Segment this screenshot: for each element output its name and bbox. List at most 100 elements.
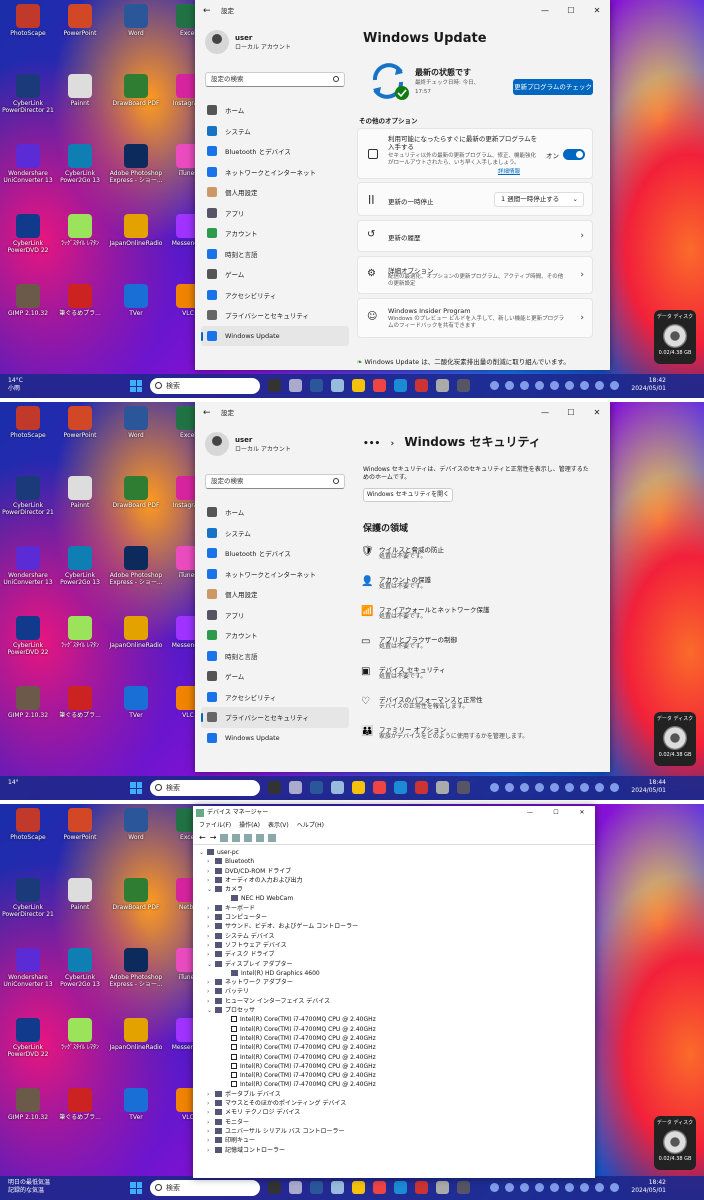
- chevron-down-icon[interactable]: ⌄: [207, 1006, 215, 1015]
- nav-item[interactable]: システム: [201, 121, 349, 142]
- device-category[interactable]: › サウンド、ビデオ、およびゲーム コントローラー: [199, 922, 595, 931]
- chevron-right-icon[interactable]: ›: [207, 1099, 215, 1108]
- desktop-icon[interactable]: CyberLink PowerDirector 21: [0, 878, 56, 938]
- desktop-icon[interactable]: TVer: [108, 1088, 164, 1148]
- device-category[interactable]: › ポータブル デバイス: [199, 1090, 595, 1099]
- tree-root[interactable]: ⌄ user-pc: [199, 848, 595, 857]
- back-arrow-icon[interactable]: ←: [199, 833, 206, 842]
- maximize-button[interactable]: ☐: [558, 402, 584, 424]
- help-icon[interactable]: [244, 833, 253, 842]
- device-category[interactable]: › Bluetooth: [199, 857, 595, 866]
- device-category[interactable]: ⌄ カメラ: [199, 885, 595, 894]
- chevron-right-icon[interactable]: ›: [207, 941, 215, 950]
- taskbar-app-icon[interactable]: [310, 379, 323, 392]
- data-disk-widget[interactable]: データ ディスク 0.02/4.38 GB: [654, 310, 696, 364]
- taskbar-search[interactable]: 検索: [150, 378, 260, 394]
- device-category[interactable]: › ディスク ドライブ: [199, 950, 595, 959]
- clock[interactable]: 18:42 2024/05/01: [631, 1179, 666, 1195]
- taskbar-app-icon[interactable]: [415, 379, 428, 392]
- processor-item[interactable]: Intel(R) Core(TM) i7-4700MQ CPU @ 2.40GH…: [199, 1043, 595, 1052]
- chevron-right-icon[interactable]: ›: [207, 932, 215, 941]
- maximize-button[interactable]: ☐: [543, 806, 569, 820]
- device-category[interactable]: › マウスとそのほかのポインティング デバイス: [199, 1099, 595, 1108]
- device-category[interactable]: › キーボード: [199, 904, 595, 913]
- nav-item[interactable]: アカウント: [201, 625, 349, 646]
- nav-item[interactable]: アクセシビリティ: [201, 285, 349, 306]
- tray-icon[interactable]: [520, 783, 529, 792]
- taskbar-app-icon[interactable]: [373, 379, 386, 392]
- tray-icon[interactable]: [490, 381, 499, 390]
- menu-file[interactable]: ファイル(F): [199, 820, 231, 831]
- open-security-button[interactable]: Windows セキュリティを開く: [363, 488, 453, 502]
- nav-item[interactable]: ネットワークとインターネット: [201, 564, 349, 585]
- taskbar-app-icon[interactable]: [352, 379, 365, 392]
- tray-icon[interactable]: [580, 783, 589, 792]
- weather-widget[interactable]: 14°C 小雨: [8, 377, 23, 393]
- device-category[interactable]: › コンピューター: [199, 913, 595, 922]
- tray-icon[interactable]: [595, 381, 604, 390]
- forward-arrow-icon[interactable]: →: [210, 833, 217, 842]
- tray-icon[interactable]: [610, 1183, 619, 1192]
- desktop-icon[interactable]: CyberLink PowerDirector 21: [0, 476, 56, 536]
- chevron-right-icon[interactable]: ›: [207, 978, 215, 987]
- chevron-right-icon[interactable]: ›: [207, 1118, 215, 1127]
- nav-item[interactable]: プライバシーとセキュリティ: [201, 305, 349, 326]
- protection-area-item[interactable]: ♡ デバイスのパフォーマンスと正常性 デバイスの正常性を報告します。: [361, 694, 591, 724]
- desktop-icon[interactable]: Word: [108, 4, 164, 64]
- chevron-down-icon[interactable]: ⌄: [207, 885, 215, 894]
- taskbar-app-icon[interactable]: [331, 1181, 344, 1194]
- tray-icon[interactable]: [535, 381, 544, 390]
- insider-program-card[interactable]: ☺ Windows Insider Program Windows のプレビュー…: [357, 298, 593, 338]
- taskbar-app-icon[interactable]: [289, 1181, 302, 1194]
- desktop-icon[interactable]: CyberLink PowerDVD 22: [0, 214, 56, 274]
- nav-item[interactable]: 個人用設定: [201, 584, 349, 605]
- desktop-icon[interactable]: CyberLink PowerDirector 21: [0, 74, 56, 134]
- desktop-icon[interactable]: DrawBoard PDF: [108, 878, 164, 938]
- desktop-icon[interactable]: CyberLink PowerDVD 22: [0, 1018, 56, 1078]
- desktop-icon[interactable]: JapanOnlineRadio: [108, 1018, 164, 1078]
- taskbar-app-icon[interactable]: [289, 379, 302, 392]
- tray-icon[interactable]: [610, 783, 619, 792]
- tray-icon[interactable]: [550, 783, 559, 792]
- close-button[interactable]: ✕: [569, 806, 595, 820]
- desktop-icon[interactable]: PowerPoint: [52, 808, 108, 868]
- clock[interactable]: 18:42 2024/05/01: [631, 377, 666, 393]
- nav-item[interactable]: Bluetooth とデバイス: [201, 141, 349, 162]
- minimize-button[interactable]: —: [532, 402, 558, 424]
- desktop-icon[interactable]: PowerPoint: [52, 4, 108, 64]
- taskbar-app-icon[interactable]: [268, 1181, 281, 1194]
- chevron-right-icon[interactable]: ›: [207, 1108, 215, 1117]
- desktop-icon[interactable]: Painnt: [52, 476, 108, 536]
- taskbar-app-icon[interactable]: [415, 781, 428, 794]
- nav-item[interactable]: アクセシビリティ: [201, 687, 349, 708]
- processor-item[interactable]: Intel(R) Core(TM) i7-4700MQ CPU @ 2.40GH…: [199, 1062, 595, 1071]
- device-category[interactable]: › ソフトウェア デバイス: [199, 941, 595, 950]
- back-arrow-icon[interactable]: ←: [203, 402, 211, 424]
- tray-icon[interactable]: [520, 381, 529, 390]
- processor-item[interactable]: Intel(R) Core(TM) i7-4700MQ CPU @ 2.40GH…: [199, 1053, 595, 1062]
- taskbar-app-icon[interactable]: [415, 1181, 428, 1194]
- check-updates-button[interactable]: 更新プログラムのチェック: [513, 79, 593, 95]
- protection-area-item[interactable]: 👤 アカウントの保護 処置は不要です。: [361, 574, 591, 604]
- start-button[interactable]: [130, 782, 142, 794]
- taskbar-app-icon[interactable]: [436, 1181, 449, 1194]
- nav-item[interactable]: プライバシーとセキュリティ: [201, 707, 349, 728]
- desktop-icon[interactable]: 筆ぐるめプラ...: [52, 284, 108, 344]
- settings-search-input[interactable]: 設定の検索: [205, 72, 345, 87]
- protection-area-item[interactable]: 🛡 ウイルスと脅威の防止 処置は不要です。: [361, 544, 591, 574]
- tray-icon[interactable]: [550, 1183, 559, 1192]
- taskbar-app-icon[interactable]: [331, 781, 344, 794]
- taskbar-app-icon[interactable]: [457, 379, 470, 392]
- taskbar-app-icon[interactable]: [436, 781, 449, 794]
- chevron-right-icon[interactable]: ›: [207, 1090, 215, 1099]
- menu-action[interactable]: 操作(A): [239, 820, 260, 831]
- taskbar-app-icon[interactable]: [289, 781, 302, 794]
- desktop-icon[interactable]: PhotoScape: [0, 406, 56, 466]
- desktop-icon[interactable]: GIMP 2.10.32: [0, 1088, 56, 1148]
- get-latest-toggle[interactable]: [563, 149, 585, 160]
- tray-icon[interactable]: [505, 783, 514, 792]
- chevron-right-icon[interactable]: ›: [207, 997, 215, 1006]
- desktop-icon[interactable]: PhotoScape: [0, 808, 56, 868]
- chevron-right-icon[interactable]: ›: [207, 1146, 215, 1155]
- clock[interactable]: 18:44 2024/05/01: [631, 779, 666, 795]
